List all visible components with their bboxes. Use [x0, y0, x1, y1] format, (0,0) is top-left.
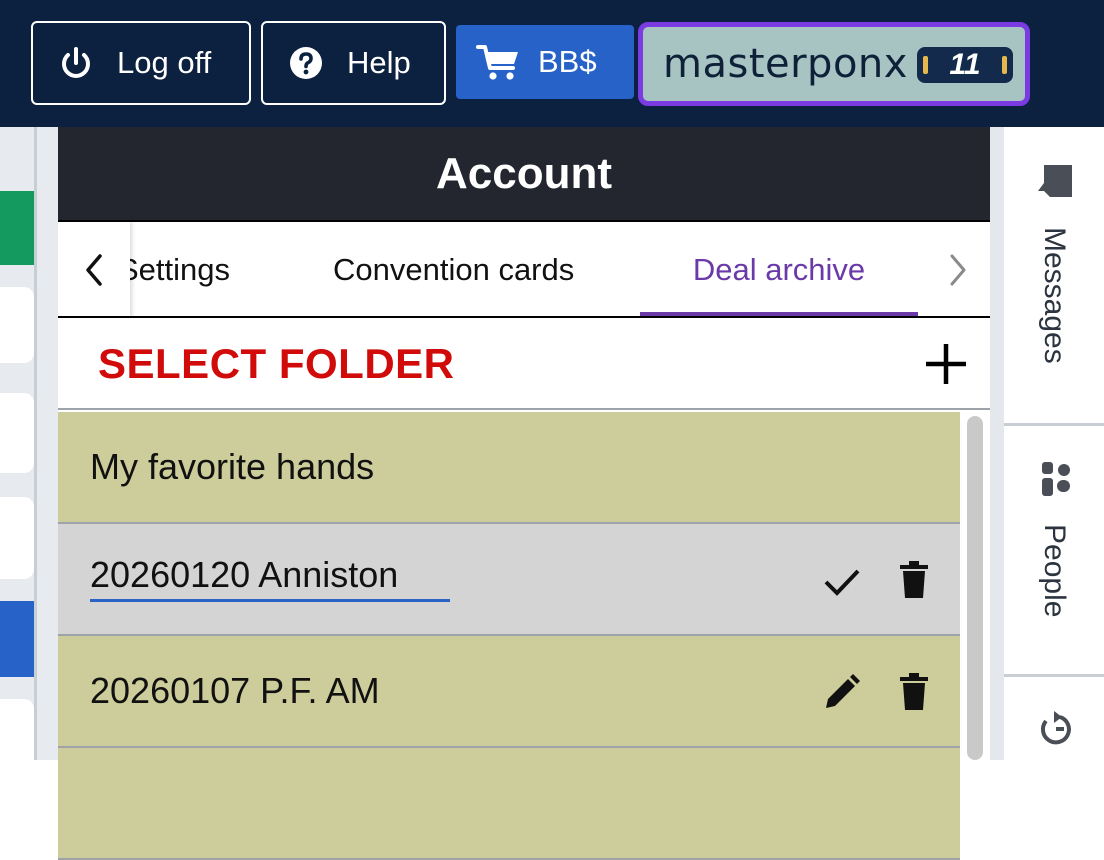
refresh-icon	[1040, 711, 1071, 745]
log-off-label: Log off	[117, 45, 212, 80]
folder-name: My favorite hands	[90, 446, 375, 487]
rail-edge	[990, 127, 1004, 760]
bb-dollars-button[interactable]: BB$	[456, 25, 634, 99]
panel-title: Account	[436, 148, 612, 198]
white-tile	[0, 287, 34, 363]
badge-right-pin	[1002, 56, 1007, 74]
divider	[34, 127, 37, 760]
ticket-badge: 11	[917, 47, 1013, 83]
rail-messages-label: Messages	[1038, 227, 1071, 364]
folder-name-input[interactable]	[90, 550, 450, 602]
trash-icon[interactable]	[894, 672, 934, 712]
folder-row[interactable]: My favorite hands	[58, 412, 960, 524]
scrollbar-track[interactable]	[960, 412, 990, 760]
add-folder-icon[interactable]	[924, 342, 968, 386]
select-folder-heading: SELECT FOLDER	[98, 340, 455, 387]
badge-value: 11	[949, 48, 981, 81]
chevron-left-icon	[86, 254, 102, 286]
rail-people[interactable]: People	[1004, 426, 1104, 674]
folder-list: My favorite hands 20260107 P.F. AM	[58, 412, 960, 860]
rail-people-label: People	[1038, 524, 1071, 618]
folder-row-partial[interactable]	[58, 748, 960, 860]
tabs-scroll-right-button[interactable]	[938, 222, 978, 316]
chat-icon	[1038, 165, 1072, 197]
people-icon	[1042, 462, 1070, 496]
check-icon[interactable]	[822, 562, 862, 602]
white-tile	[0, 699, 34, 760]
folder-header: SELECT FOLDER	[58, 318, 990, 410]
background-left-strip	[0, 127, 58, 760]
power-icon	[62, 47, 90, 78]
tab-deal-archive[interactable]: Deal archive	[640, 222, 918, 316]
cart-icon	[476, 45, 518, 80]
rail-refresh[interactable]	[1004, 677, 1104, 760]
green-tile	[0, 191, 34, 265]
tab-convention-cards[interactable]: Convention cards	[333, 222, 574, 316]
folder-row[interactable]: 20260107 P.F. AM	[58, 636, 960, 748]
blue-tile	[0, 601, 34, 677]
trash-icon[interactable]	[894, 560, 934, 600]
right-rail: Messages People	[990, 127, 1104, 760]
chevron-right-icon	[950, 254, 966, 286]
help-label: Help	[347, 45, 411, 80]
user-chip[interactable]: masterponx 11	[638, 22, 1030, 106]
username: masterponx	[663, 41, 908, 87]
tab-bar: Settings Convention cards Deal archive	[58, 220, 990, 318]
folder-name: 20260107 P.F. AM	[90, 670, 380, 711]
white-tile	[0, 497, 34, 579]
account-panel: Account Settings Convention cards Deal a…	[58, 127, 990, 860]
pencil-icon[interactable]	[822, 672, 862, 712]
log-off-button[interactable]: Log off	[31, 21, 251, 105]
help-button[interactable]: Help	[261, 21, 446, 105]
scrollbar-thumb[interactable]	[967, 416, 983, 760]
white-tile	[0, 393, 34, 473]
bb-dollars-label: BB$	[538, 44, 597, 79]
tab-settings[interactable]: Settings	[118, 222, 230, 316]
badge-left-pin	[923, 56, 928, 74]
question-circle-icon	[290, 47, 322, 79]
panel-header: Account	[58, 127, 990, 220]
tabs-scroll-left-button[interactable]	[58, 222, 130, 316]
top-bar: Log off Help BB$ masterponx 11	[0, 0, 1104, 127]
folder-row-editing	[58, 524, 960, 636]
active-tab-indicator	[640, 312, 918, 316]
rail-messages[interactable]: Messages	[1004, 127, 1104, 423]
